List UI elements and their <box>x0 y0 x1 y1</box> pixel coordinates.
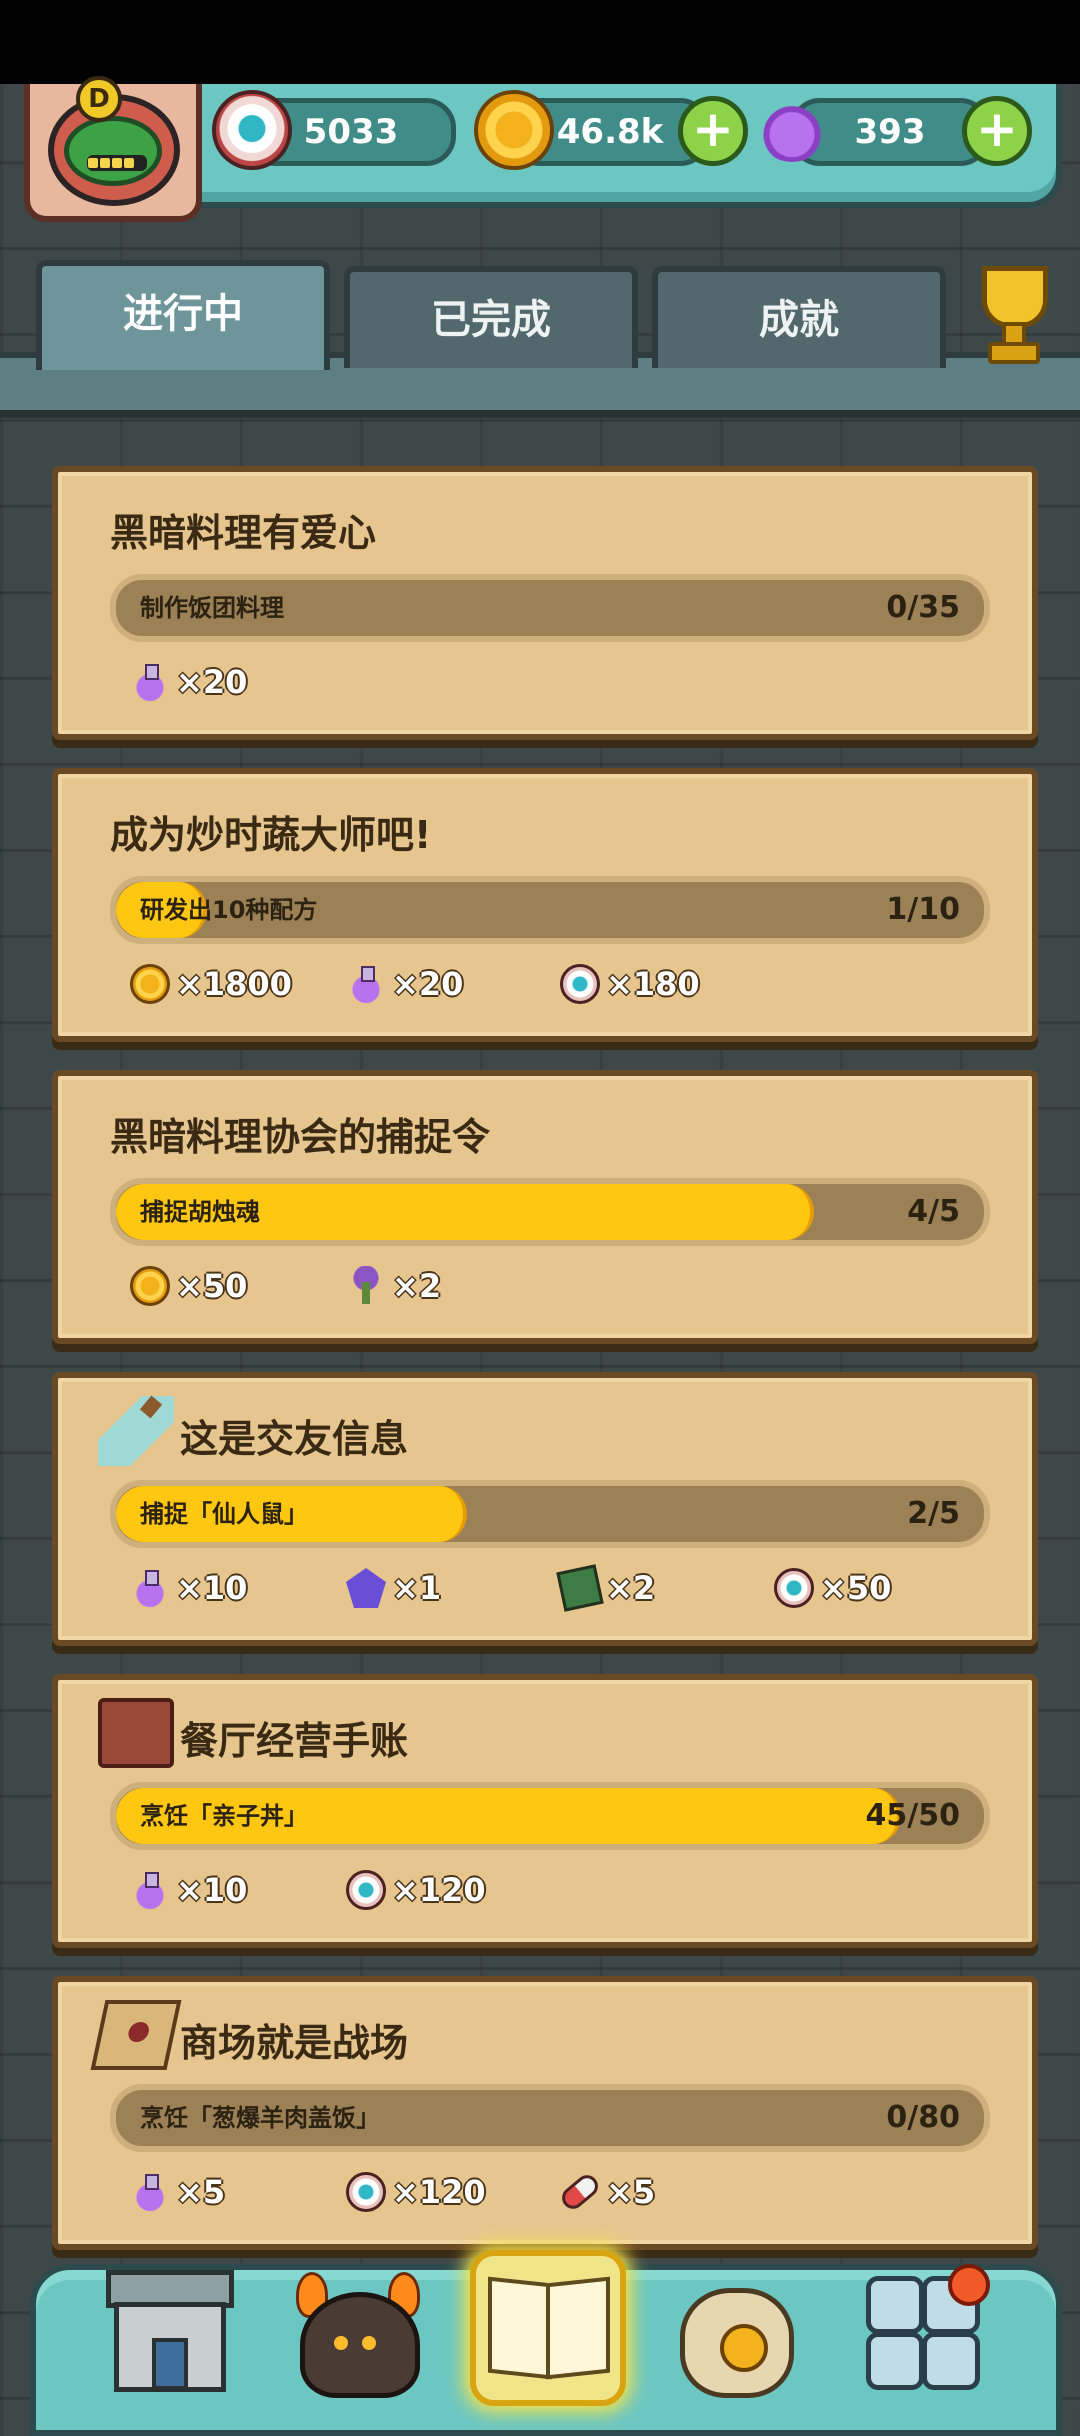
eye-icon <box>774 1568 814 1608</box>
quest-progress-bar: 制作饭团料理 0/35 <box>110 574 990 642</box>
quest-book-nav-icon[interactable] <box>470 2250 626 2406</box>
quest-title: 商场就是战场 <box>180 2021 409 2065</box>
gem-icon <box>346 1568 386 1608</box>
reward-quantity: ×2 <box>392 1267 442 1305</box>
reward-quantity: ×10 <box>176 1871 248 1909</box>
quest-progress-count: 0/35 <box>886 590 960 625</box>
tab-in-progress[interactable]: 进行中 <box>36 260 330 370</box>
book-icon <box>98 1698 174 1768</box>
quest-progress-count: 1/10 <box>886 892 960 927</box>
quest-title: 黑暗料理协会的捕捉令 <box>110 1115 491 1159</box>
quest-progress-count: 2/5 <box>907 1496 960 1531</box>
quest-progress-bar: 捕捉「仙人鼠」 2/5 <box>110 1480 990 1548</box>
quest-task-label: 烹饪「葱爆羊肉盖饭」 <box>140 2104 380 2132</box>
reward-quantity: ×50 <box>176 1267 248 1305</box>
quest-card[interactable]: 商场就是战场烹饪「葱爆羊肉盖饭」 0/80 ×5 ×120 ×5 <box>52 1976 1038 2250</box>
bottle-icon <box>98 1396 174 1466</box>
coin-icon <box>130 1266 170 1306</box>
quest-card[interactable]: 餐厅经营手账烹饪「亲子丼」 45/50 ×10 ×120 <box>52 1674 1038 1948</box>
quest-card[interactable]: 这是交友信息捕捉「仙人鼠」 2/5 ×10 ×1 ×2 ×50 <box>52 1372 1038 1646</box>
quest-progress-count: 0/80 <box>886 2100 960 2135</box>
coin-icon <box>474 90 554 170</box>
reward-quantity: ×5 <box>606 2173 656 2211</box>
tab-completed[interactable]: 已完成 <box>344 266 638 368</box>
eyeball-icon <box>212 90 292 170</box>
reward-quantity: ×50 <box>820 1569 892 1607</box>
quest-title: 这是交友信息 <box>180 1417 409 1461</box>
quest-card[interactable]: 黑暗料理有爱心制作饭团料理 0/35 ×20 <box>52 466 1038 740</box>
potion-icon <box>346 964 386 1004</box>
potion-icon <box>756 90 828 162</box>
pill-icon <box>557 2170 603 2214</box>
restaurant-nav-icon[interactable] <box>100 2262 234 2392</box>
quest-task-label: 捕捉胡烛魂 <box>140 1198 260 1226</box>
money-bag-nav-icon[interactable] <box>666 2262 796 2398</box>
quest-progress-count: 4/5 <box>907 1194 960 1229</box>
map-icon <box>90 2000 182 2070</box>
reward-quantity: ×1 <box>392 1569 442 1607</box>
potion-icon <box>130 2172 170 2212</box>
potion-icon <box>130 1870 170 1910</box>
monster-nav-icon[interactable] <box>290 2262 420 2398</box>
quest-task-label: 捕捉「仙人鼠」 <box>140 1500 308 1528</box>
quest-title: 成为炒时蔬大师吧! <box>110 813 432 857</box>
reward-quantity: ×20 <box>176 663 248 701</box>
quest-title: 餐厅经营手账 <box>180 1719 409 1763</box>
status-bar <box>0 0 1080 84</box>
tab-achievements[interactable]: 成就 <box>652 266 946 368</box>
quest-card[interactable]: 黑暗料理协会的捕捉令捕捉胡烛魂 4/5 ×50 ×2 <box>52 1070 1038 1344</box>
rank-badge: D <box>76 76 122 122</box>
potion-icon <box>130 1568 170 1608</box>
coin-icon <box>130 964 170 1004</box>
mushroom-icon <box>346 1266 386 1306</box>
potion-icon <box>130 662 170 702</box>
quest-task-label: 制作饭团料理 <box>140 594 284 622</box>
quest-progress-bar: 研发出10种配方 1/10 <box>110 876 990 944</box>
reward-quantity: ×2 <box>606 1569 656 1607</box>
grid-menu-nav-icon[interactable] <box>860 2262 990 2392</box>
avatar[interactable]: D <box>24 76 202 222</box>
reward-quantity: ×180 <box>606 965 700 1003</box>
quest-title: 黑暗料理有爱心 <box>110 511 377 555</box>
quest-task-label: 研发出10种配方 <box>140 896 318 924</box>
eye-icon <box>560 964 600 1004</box>
reward-quantity: ×1800 <box>176 965 292 1003</box>
reward-quantity: ×5 <box>176 2173 226 2211</box>
board-icon <box>556 1564 604 1612</box>
trophy-icon[interactable] <box>960 262 1060 364</box>
quest-card[interactable]: 成为炒时蔬大师吧! 研发出10种配方 1/10 ×1800 ×20 ×180 <box>52 768 1038 1042</box>
eye-icon <box>346 1870 386 1910</box>
add-potions-button[interactable]: + <box>962 96 1032 166</box>
quest-progress-bar: 烹饪「亲子丼」 45/50 <box>110 1782 990 1850</box>
quest-progress-count: 45/50 <box>865 1798 960 1833</box>
notification-dot <box>948 2264 990 2306</box>
reward-quantity: ×120 <box>392 2173 486 2211</box>
reward-quantity: ×120 <box>392 1871 486 1909</box>
quest-progress-bar: 捕捉胡烛魂 4/5 <box>110 1178 990 1246</box>
reward-quantity: ×20 <box>392 965 464 1003</box>
quest-progress-bar: 烹饪「葱爆羊肉盖饭」 0/80 <box>110 2084 990 2152</box>
reward-quantity: ×10 <box>176 1569 248 1607</box>
eye-icon <box>346 2172 386 2212</box>
quest-task-label: 烹饪「亲子丼」 <box>140 1802 308 1830</box>
add-coins-button[interactable]: + <box>678 96 748 166</box>
